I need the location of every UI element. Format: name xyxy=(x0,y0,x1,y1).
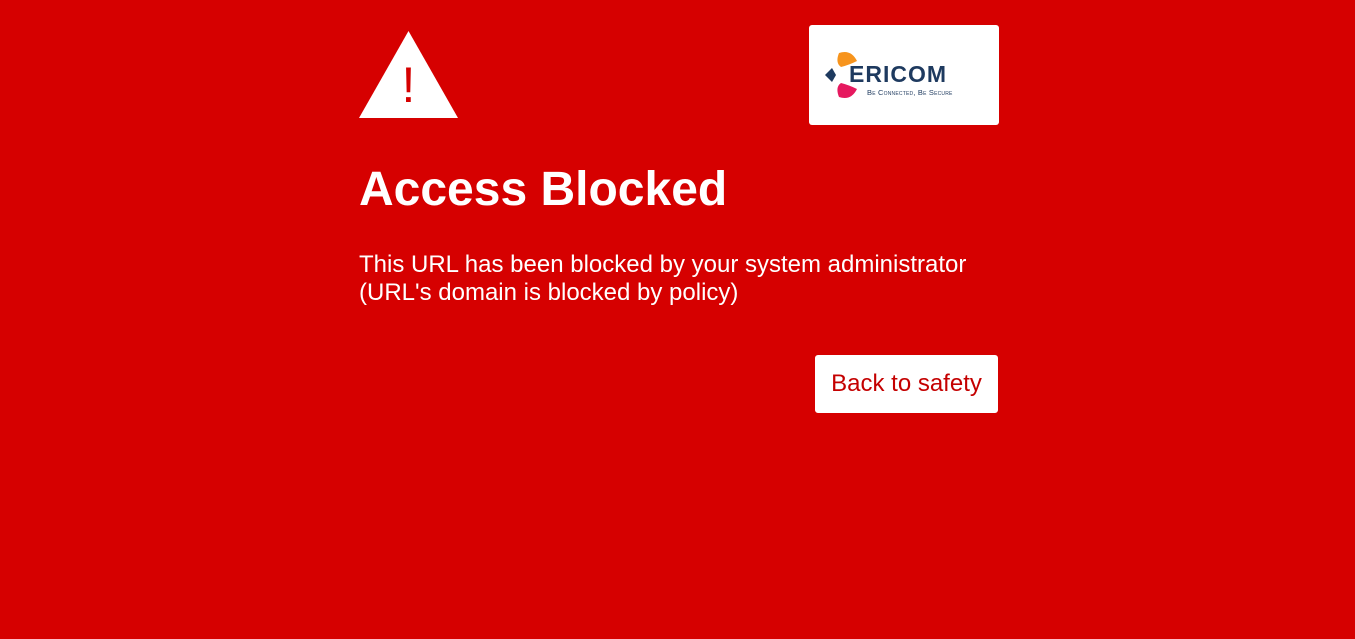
page-title: Access Blocked xyxy=(359,163,728,216)
back-to-safety-button[interactable]: Back to safety xyxy=(815,355,998,413)
logo-tagline: Be Connected, Be Secure xyxy=(867,88,953,97)
warning-triangle-icon: ! xyxy=(359,31,458,118)
logo-name: ERICOM xyxy=(849,61,947,87)
blocked-message-line-2: (URL's domain is blocked by policy) xyxy=(359,279,739,306)
ericom-logo: ERICOM Be Connected, Be Secure xyxy=(809,25,999,125)
blocked-page-content: ! ERICOM Be Connected, Be Secure Access … xyxy=(359,0,999,639)
svg-text:!: ! xyxy=(402,57,416,113)
blocked-message: This URL has been blocked by your system… xyxy=(359,251,966,307)
blocked-message-line-1: This URL has been blocked by your system… xyxy=(359,251,967,278)
